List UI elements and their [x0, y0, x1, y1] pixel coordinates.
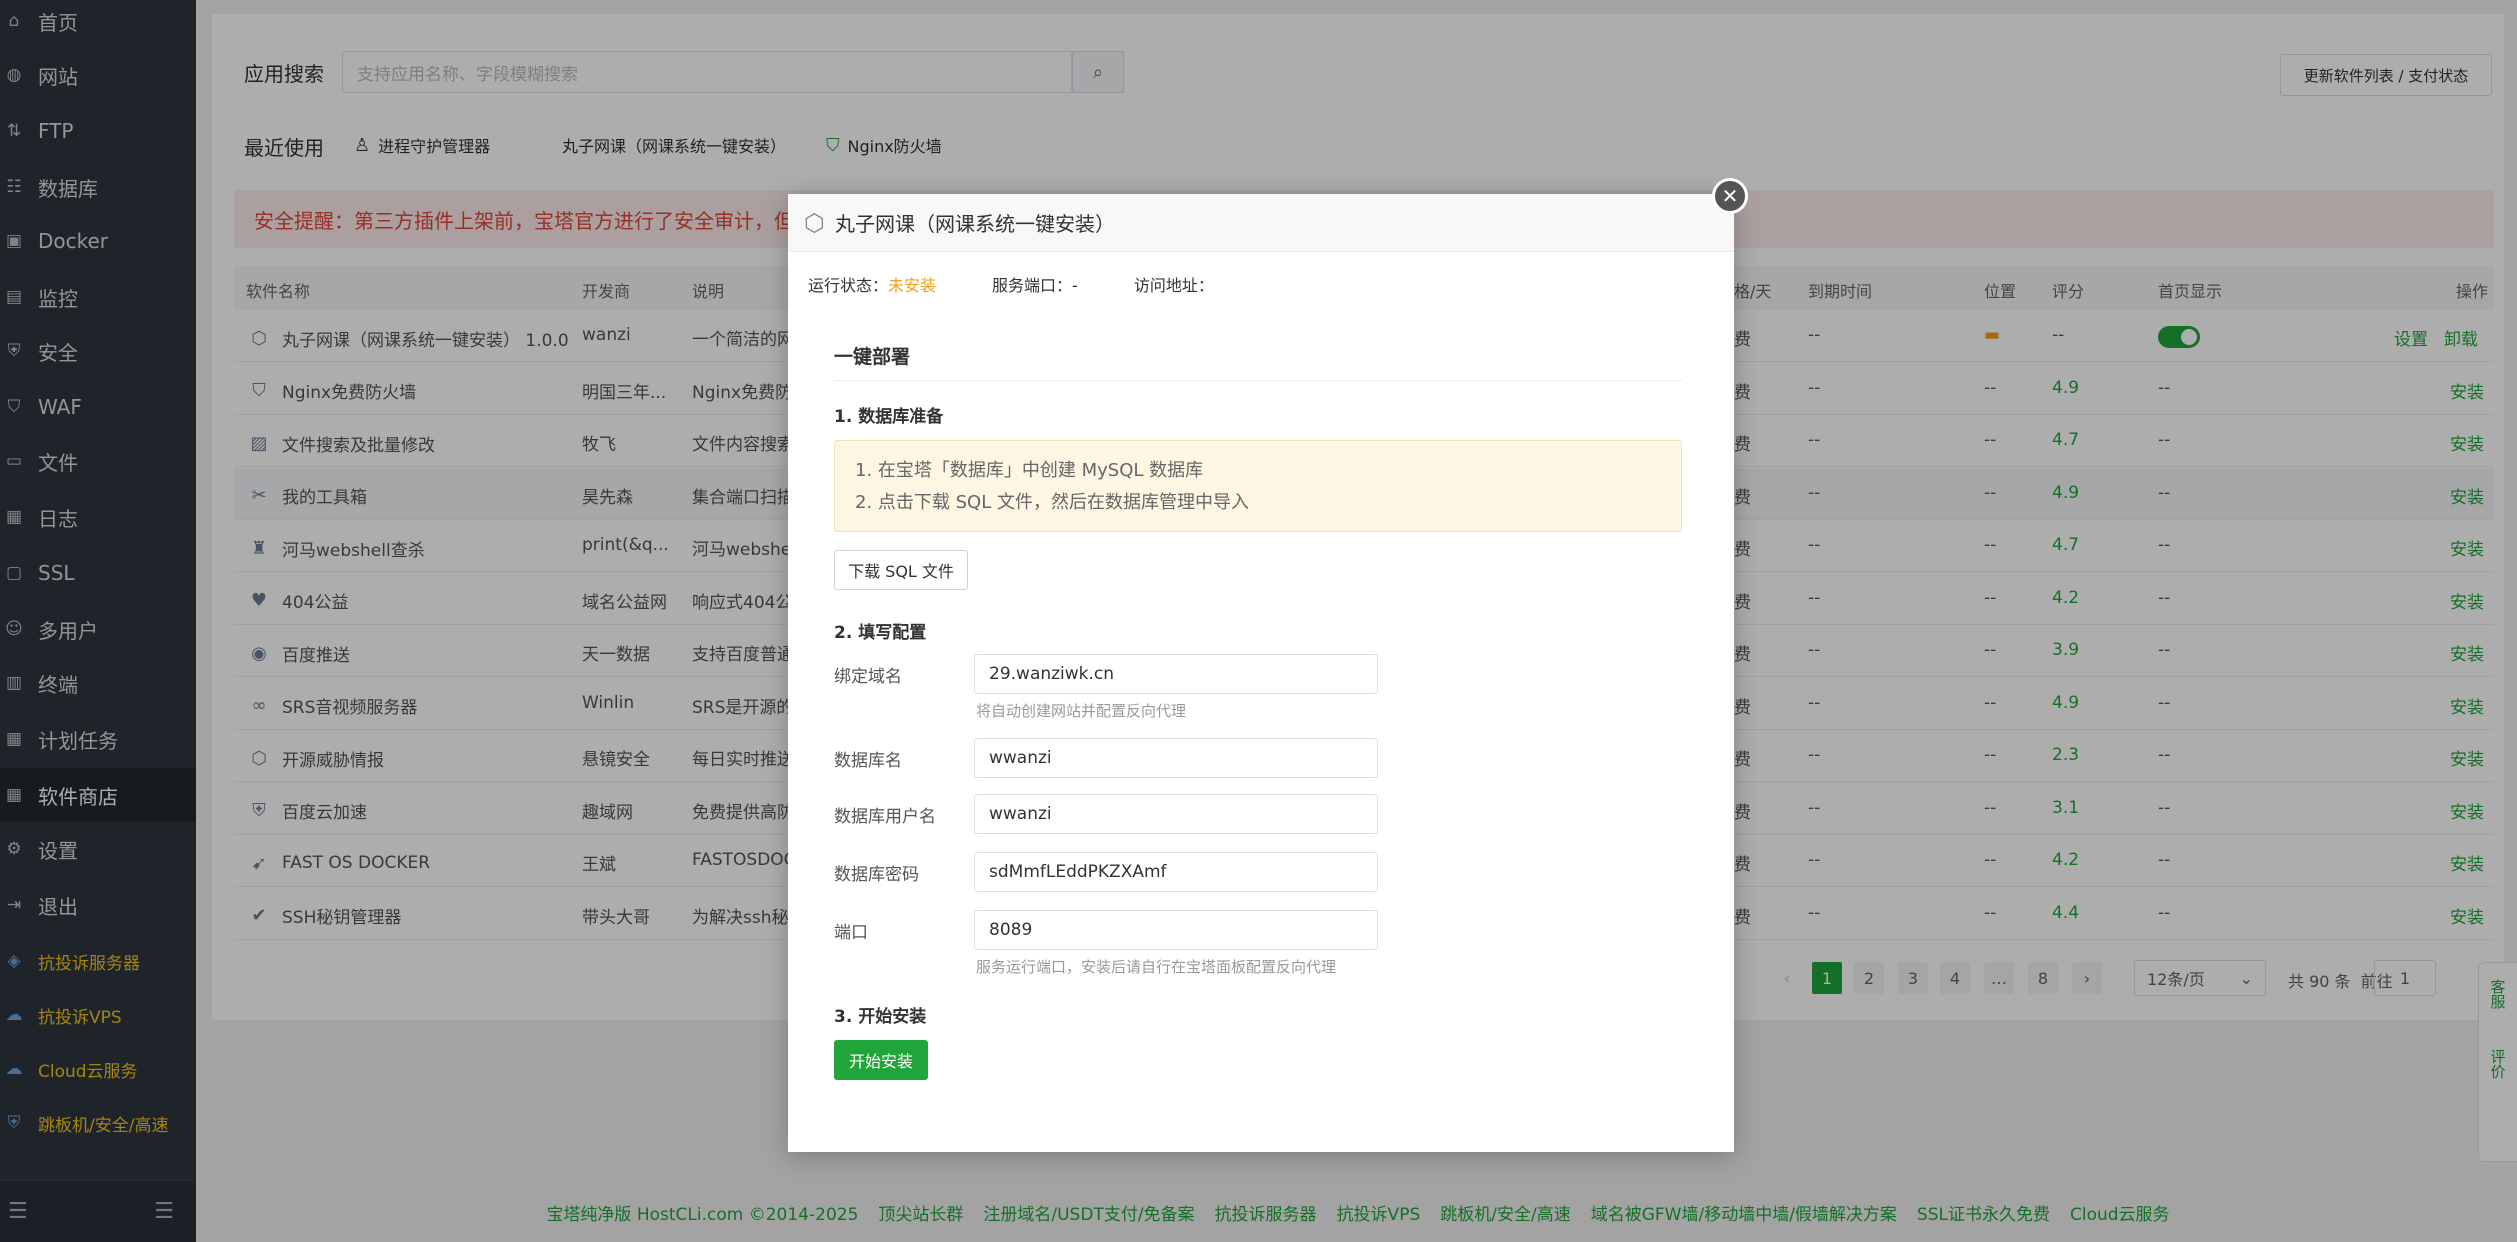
dbuser-field[interactable]: wwanzi	[974, 794, 1378, 834]
status-value: 未安装	[888, 276, 937, 295]
dbname-label: 数据库名	[834, 751, 902, 771]
divider	[834, 380, 1682, 381]
run-status: 运行状态：未安装	[808, 276, 937, 295]
port-field[interactable]: 8089	[974, 910, 1378, 950]
access-url: 访问地址：	[1133, 276, 1214, 295]
port-label: 端口	[834, 923, 868, 943]
deploy-section-title: 一键部署	[834, 346, 911, 368]
close-icon[interactable]: ✕	[1712, 178, 1748, 214]
tip-line: 1. 在宝塔「数据库」中创建 MySQL 数据库	[855, 460, 1204, 481]
domain-label: 绑定域名	[834, 667, 902, 687]
cube-icon: ⬡	[804, 208, 825, 237]
port-help: 服务运行端口，安装后请自行在宝塔面板配置反向代理	[976, 958, 1337, 976]
dbpass-field[interactable]: sdMmfLEddPKZXAmf	[974, 852, 1378, 892]
modal-header: ⬡ 丸子网课（网课系统一键安装）	[788, 194, 1734, 252]
step1-title: 1. 数据库准备	[834, 407, 944, 427]
tip-line: 2. 点击下载 SQL 文件，然后在数据库管理中导入	[855, 492, 1249, 513]
step2-title: 2. 填写配置	[834, 623, 927, 643]
download-sql-button[interactable]: 下载 SQL 文件	[834, 550, 968, 590]
service-port: 服务端口：-	[992, 276, 1078, 295]
domain-field[interactable]: 29.wanziwk.cn	[974, 654, 1378, 694]
modal-title: 丸子网课（网课系统一键安装）	[834, 212, 1115, 236]
dbpass-label: 数据库密码	[834, 865, 919, 885]
domain-help: 将自动创建网站并配置反向代理	[976, 702, 1187, 720]
step3-title: 3. 开始安装	[834, 1007, 927, 1027]
plugin-modal: ⬡ 丸子网课（网课系统一键安装） 运行状态：未安装 服务端口：- 访问地址： 一…	[788, 194, 1734, 1152]
db-prep-tips: 1. 在宝塔「数据库」中创建 MySQL 数据库 2. 点击下载 SQL 文件，…	[834, 440, 1682, 532]
start-install-button[interactable]: 开始安装	[834, 1040, 928, 1080]
dbuser-label: 数据库用户名	[834, 807, 936, 827]
status-row: 运行状态：未安装 服务端口：- 访问地址：	[808, 272, 1270, 296]
dbname-field[interactable]: wwanzi	[974, 738, 1378, 778]
